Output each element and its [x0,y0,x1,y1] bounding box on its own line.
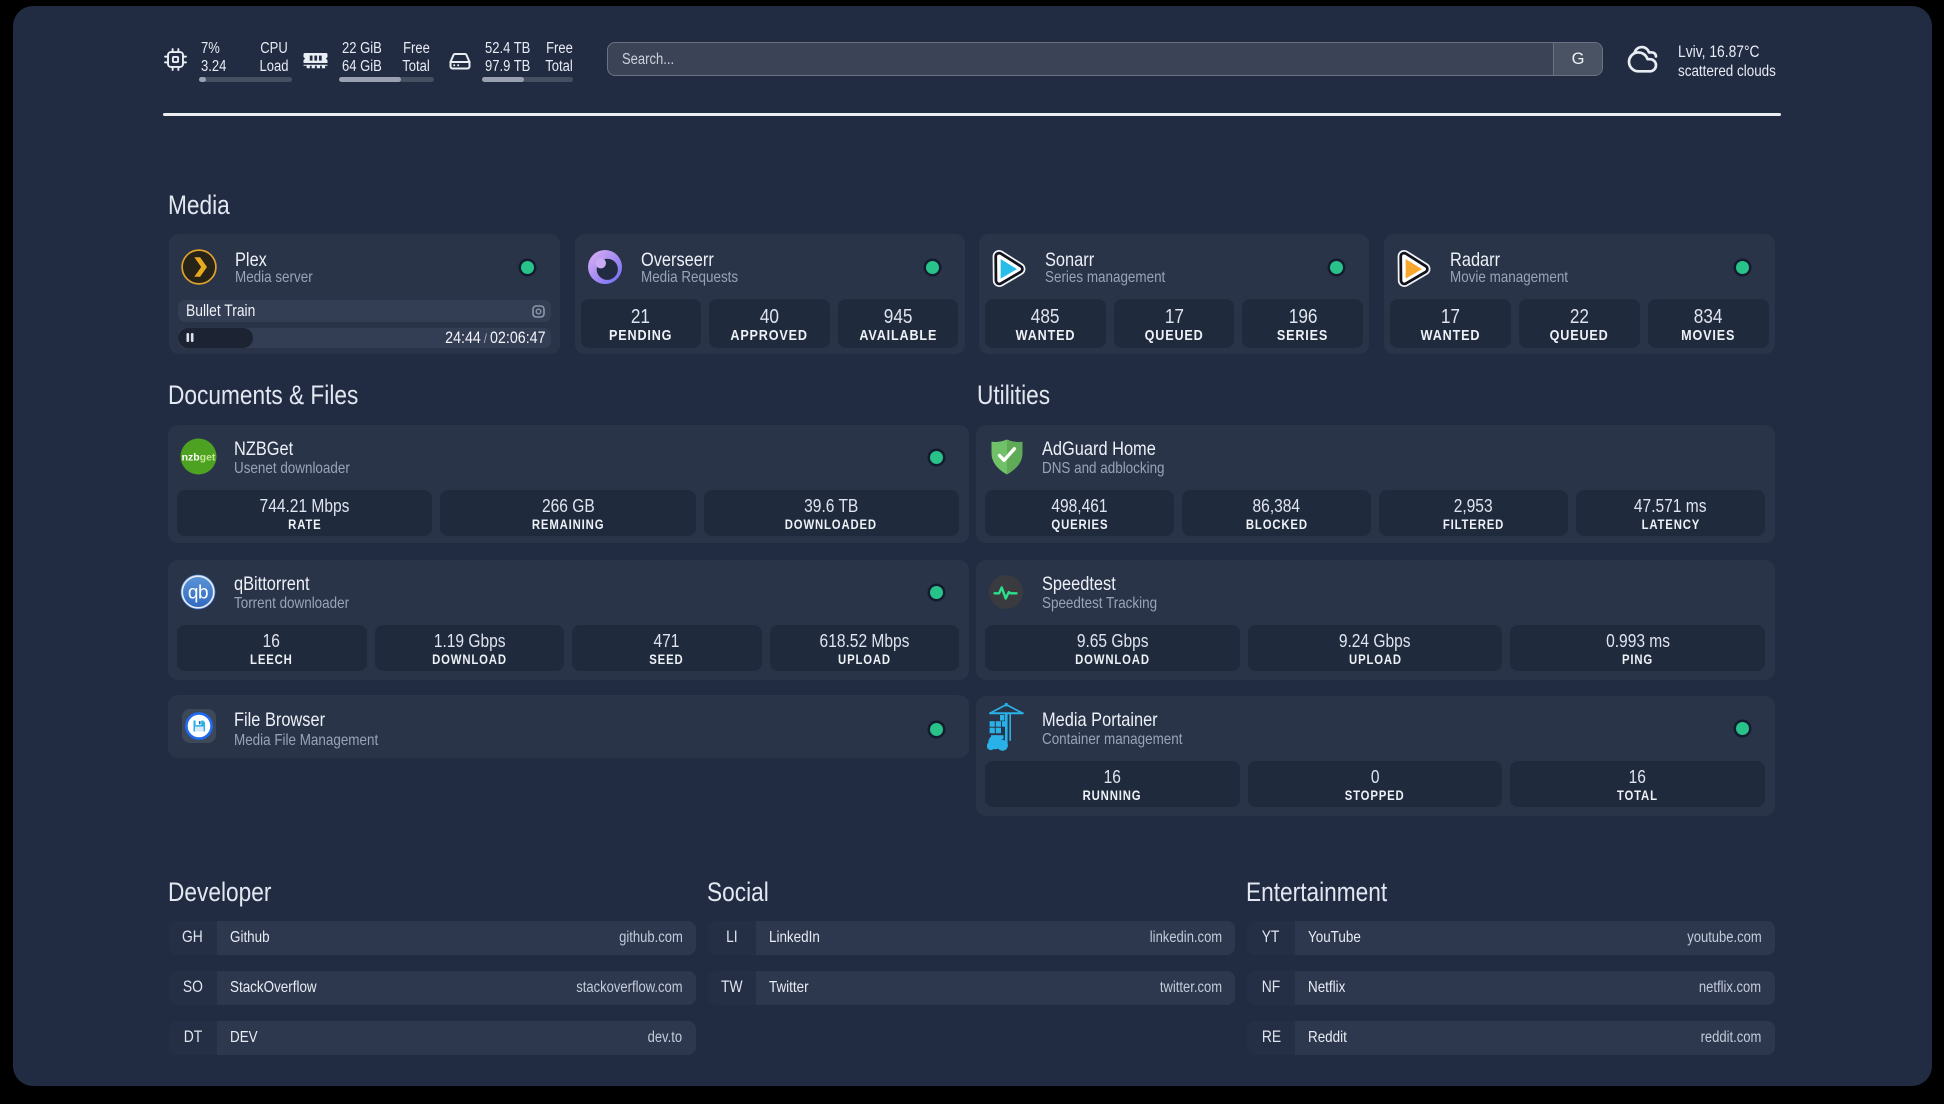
svg-text:qb: qb [188,583,208,604]
svg-text:nzbget: nzbget [182,451,216,463]
